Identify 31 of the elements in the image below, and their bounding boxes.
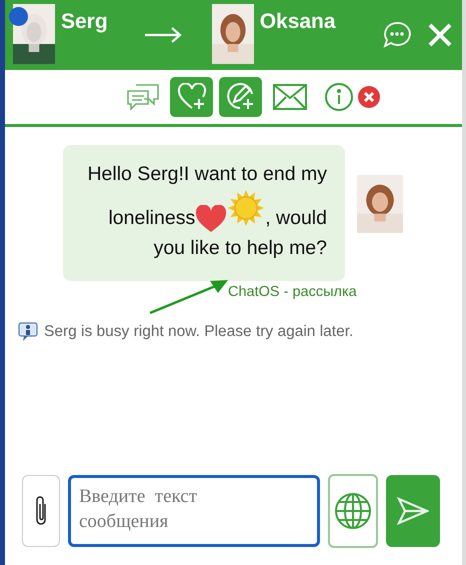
message-text: Hello Serg!I want to end my [87,162,327,187]
message-text: loneliness [108,206,196,231]
message-input[interactable]: Введите текст сообщения [68,475,320,547]
info-icon [324,82,354,112]
toolbar-button[interactable] [170,77,213,117]
chat-bubbles-icon [126,82,160,112]
sun-icon [227,189,266,227]
message-text: you like to help me? [154,236,327,261]
close-icon [358,86,380,108]
status-notice: Serg is busy right now. Please try again later. [44,323,354,341]
close-button[interactable] [428,23,452,47]
arrow-icon [144,27,182,43]
heart-icon [195,205,228,233]
globe-icon [334,492,372,530]
pen-plus-icon [226,82,256,112]
chat-icon [382,20,412,50]
message-source: ChatOS - рассылка [228,284,357,300]
send-icon [397,497,429,525]
language-button[interactable] [328,474,378,548]
heart-plus-icon [176,83,206,111]
close-icon [428,23,452,47]
person-message-icon [18,322,38,342]
envelope-icon [272,84,306,110]
toolbar-button[interactable] [219,77,262,117]
message-text: , would [265,206,327,231]
sender-name: Serg [61,10,108,34]
recipient-name: Oksana [260,10,336,34]
attach-button[interactable] [22,475,60,547]
status-dot [9,7,28,26]
send-button[interactable] [386,475,440,547]
chat-button[interactable] [382,20,412,50]
